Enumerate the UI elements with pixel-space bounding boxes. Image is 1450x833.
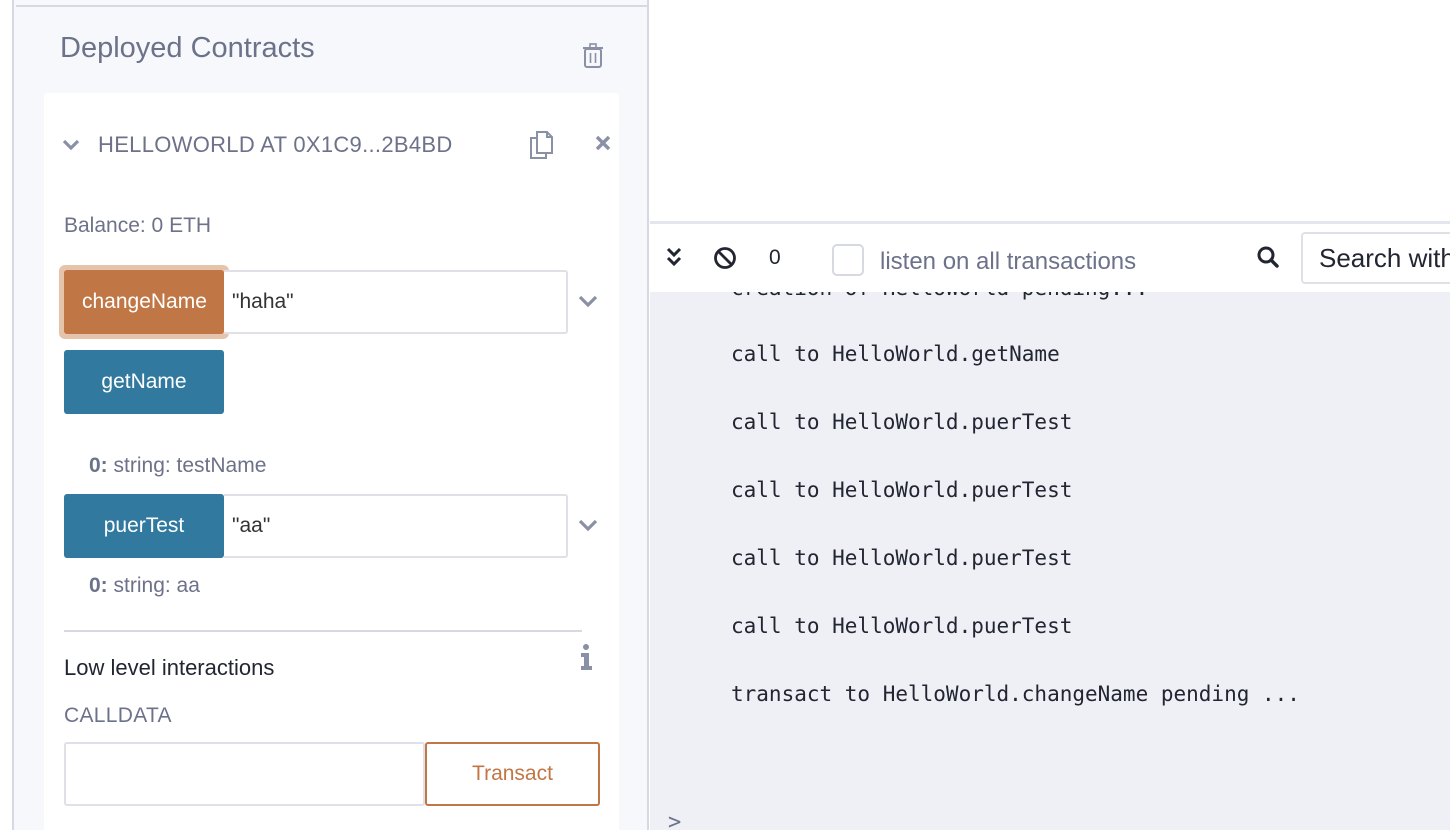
result-value: string: testName [107, 454, 267, 477]
listen-all-checkbox[interactable] [832, 244, 864, 276]
panel-top-divider [16, 5, 647, 7]
result-value: string: aa [107, 574, 200, 597]
deployed-contract-card: HELLOWORLD AT 0X1C9...2B4BD Balance: 0 E… [44, 93, 619, 833]
changename-input[interactable] [224, 270, 568, 334]
chevron-double-down-icon[interactable] [665, 245, 683, 269]
search-icon [1257, 246, 1279, 268]
function-row-puertest: puerTest [64, 494, 604, 558]
result-index: 0: [89, 454, 108, 477]
editor-area [650, 0, 1450, 222]
log-line[interactable]: call to HelloWorld.puerTest [731, 546, 1072, 570]
terminal-output[interactable]: creation of HelloWorld pending... call t… [650, 292, 1450, 830]
log-line[interactable]: call to HelloWorld.puerTest [731, 478, 1072, 502]
chevron-down-icon[interactable] [578, 294, 598, 308]
function-row-getname: getName [64, 350, 224, 414]
result-index: 0: [89, 574, 108, 597]
log-line-partial: creation of HelloWorld pending... [731, 292, 1148, 300]
transact-button[interactable]: Transact [425, 742, 600, 806]
clear-console-icon[interactable] [713, 246, 737, 270]
terminal-prompt[interactable]: > [668, 810, 681, 830]
contract-balance: Balance: 0 ETH [64, 214, 212, 237]
chevron-down-icon[interactable] [578, 518, 598, 532]
terminal-toolbar: 0 listen on all transactions [650, 224, 1450, 292]
pending-tx-count: 0 [769, 246, 781, 269]
terminal-search-input[interactable] [1301, 232, 1450, 284]
getname-button[interactable]: getName [64, 350, 224, 414]
section-divider [64, 630, 582, 632]
changename-button[interactable]: changeName [64, 270, 224, 334]
deployed-contracts-title: Deployed Contracts [60, 32, 315, 64]
trash-icon[interactable] [582, 43, 604, 69]
calldata-label: CALLDATA [64, 704, 172, 727]
getname-result: 0: string: testName [89, 454, 266, 478]
log-line[interactable]: transact to HelloWorld.changeName pendin… [731, 682, 1300, 706]
puertest-result: 0: string: aa [89, 574, 200, 598]
close-icon[interactable] [594, 134, 612, 152]
info-icon[interactable] [579, 643, 593, 671]
contract-instance-title[interactable]: HELLOWORLD AT 0X1C9...2B4BD [98, 132, 453, 158]
log-line[interactable]: call to HelloWorld.getName [731, 342, 1060, 366]
listen-all-label[interactable]: listen on all transactions [880, 248, 1136, 276]
log-line[interactable]: call to HelloWorld.puerTest [731, 410, 1072, 434]
puertest-button[interactable]: puerTest [64, 494, 224, 558]
low-level-interactions-title: Low level interactions [64, 655, 275, 680]
function-row-changename: changeName [59, 265, 604, 339]
puertest-input[interactable] [224, 494, 568, 558]
copy-icon[interactable] [528, 130, 554, 160]
run-tab-panel: Deployed Contracts HELLOWORLD AT 0X1C9..… [12, 0, 649, 833]
calldata-input[interactable] [64, 742, 425, 806]
chevron-down-icon[interactable] [62, 138, 80, 152]
log-line[interactable]: call to HelloWorld.puerTest [731, 614, 1072, 638]
